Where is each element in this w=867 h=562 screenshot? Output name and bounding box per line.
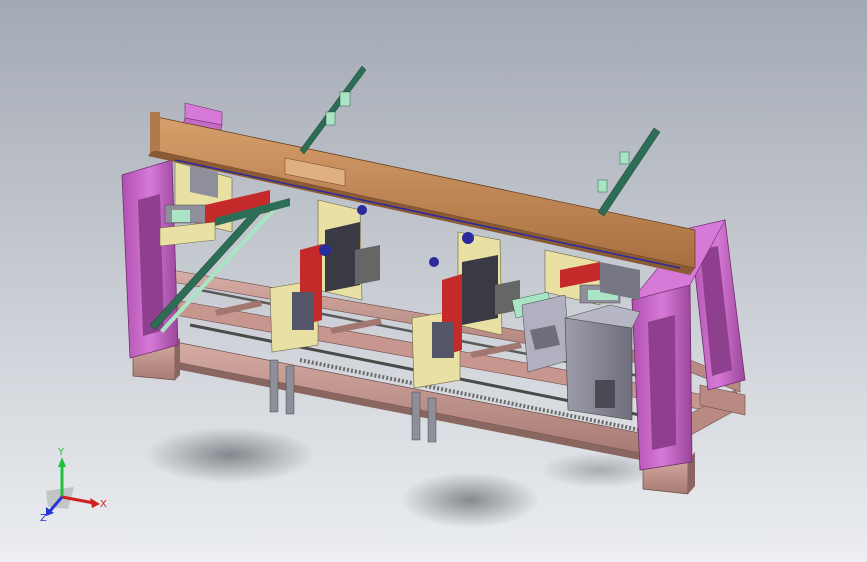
motor-housing[interactable] (521, 294, 641, 421)
3d-viewport[interactable]: Y X Z (0, 0, 867, 562)
cad-model-scene[interactable]: Y X Z (0, 0, 867, 562)
triad-x-label: X (100, 499, 107, 510)
triad-y-label: Y (57, 447, 65, 458)
triad-z-label: Z (40, 513, 47, 524)
coordinate-triad-icon[interactable]: Y X Z (40, 447, 107, 524)
